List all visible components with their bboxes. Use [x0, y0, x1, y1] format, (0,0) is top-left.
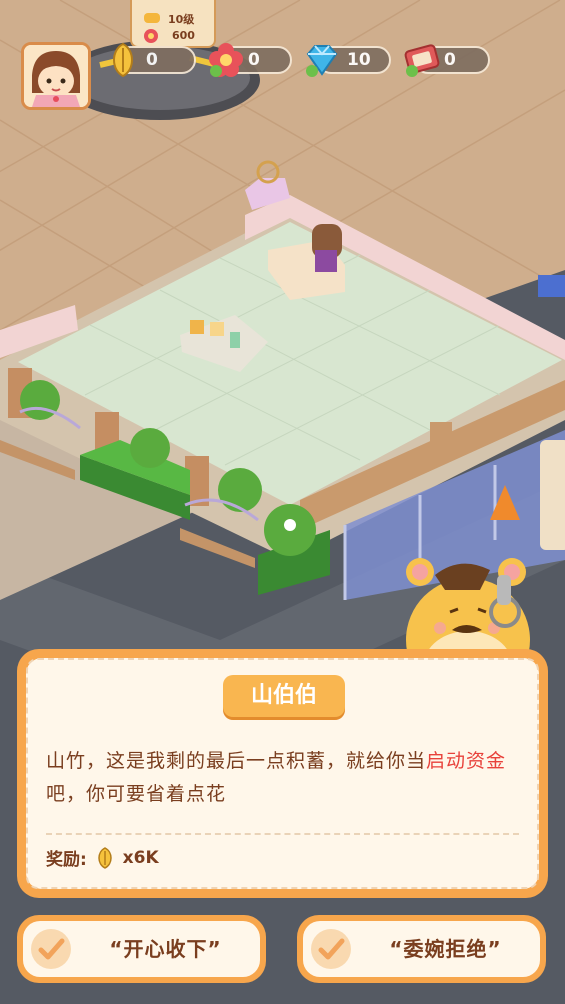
diamond-icon [306, 45, 338, 77]
ticket-icon [404, 44, 440, 77]
dialog-message: 山竹，这是我剩的最后一点积蓄，就给你当启动资金吧，你可要省着点花 [46, 745, 516, 811]
accept-button-label: “开心收下” [109, 937, 222, 961]
flower-icon [144, 29, 158, 43]
level-label: 10级 [168, 13, 195, 26]
player-avatar-image [24, 45, 88, 107]
reward-amount: x6K [122, 847, 159, 868]
decline-button-label: “委婉拒绝” [389, 937, 502, 961]
check-icon [31, 929, 71, 969]
reward-row: 奖励: x6K [46, 845, 159, 870]
dialog-text-before: 山竹，这是我剩的最后一点积蓄，就给你当 [46, 750, 427, 772]
resource-flower-value: 0 [248, 50, 260, 70]
resource-diamond-value: 10 [347, 50, 371, 70]
speaker-name: 山伯伯 [223, 675, 345, 717]
sunflower-seed-icon [113, 42, 133, 78]
dialog-text-highlight: 启动资金 [426, 750, 507, 772]
accept-button[interactable]: “开心收下” [17, 915, 266, 983]
dialog-text-after: 吧，你可要省着点花 [46, 783, 227, 805]
hand-icon [144, 13, 160, 23]
player-avatar[interactable] [21, 42, 91, 110]
decline-button[interactable]: “委婉拒绝” [297, 915, 546, 983]
resource-ticket-value: 0 [444, 50, 456, 70]
sunflower-seed-icon [97, 846, 112, 869]
dialog-box: 山伯伯 山竹，这是我剩的最后一点积蓄，就给你当启动资金吧，你可要省着点花 奖励:… [17, 649, 548, 898]
resource-seed-value: 0 [146, 50, 158, 70]
level-cost: 600 [172, 29, 195, 42]
check-icon [311, 929, 351, 969]
reward-label: 奖励: [46, 850, 87, 870]
dialog-divider [46, 833, 519, 835]
red-flower-icon [209, 43, 243, 77]
